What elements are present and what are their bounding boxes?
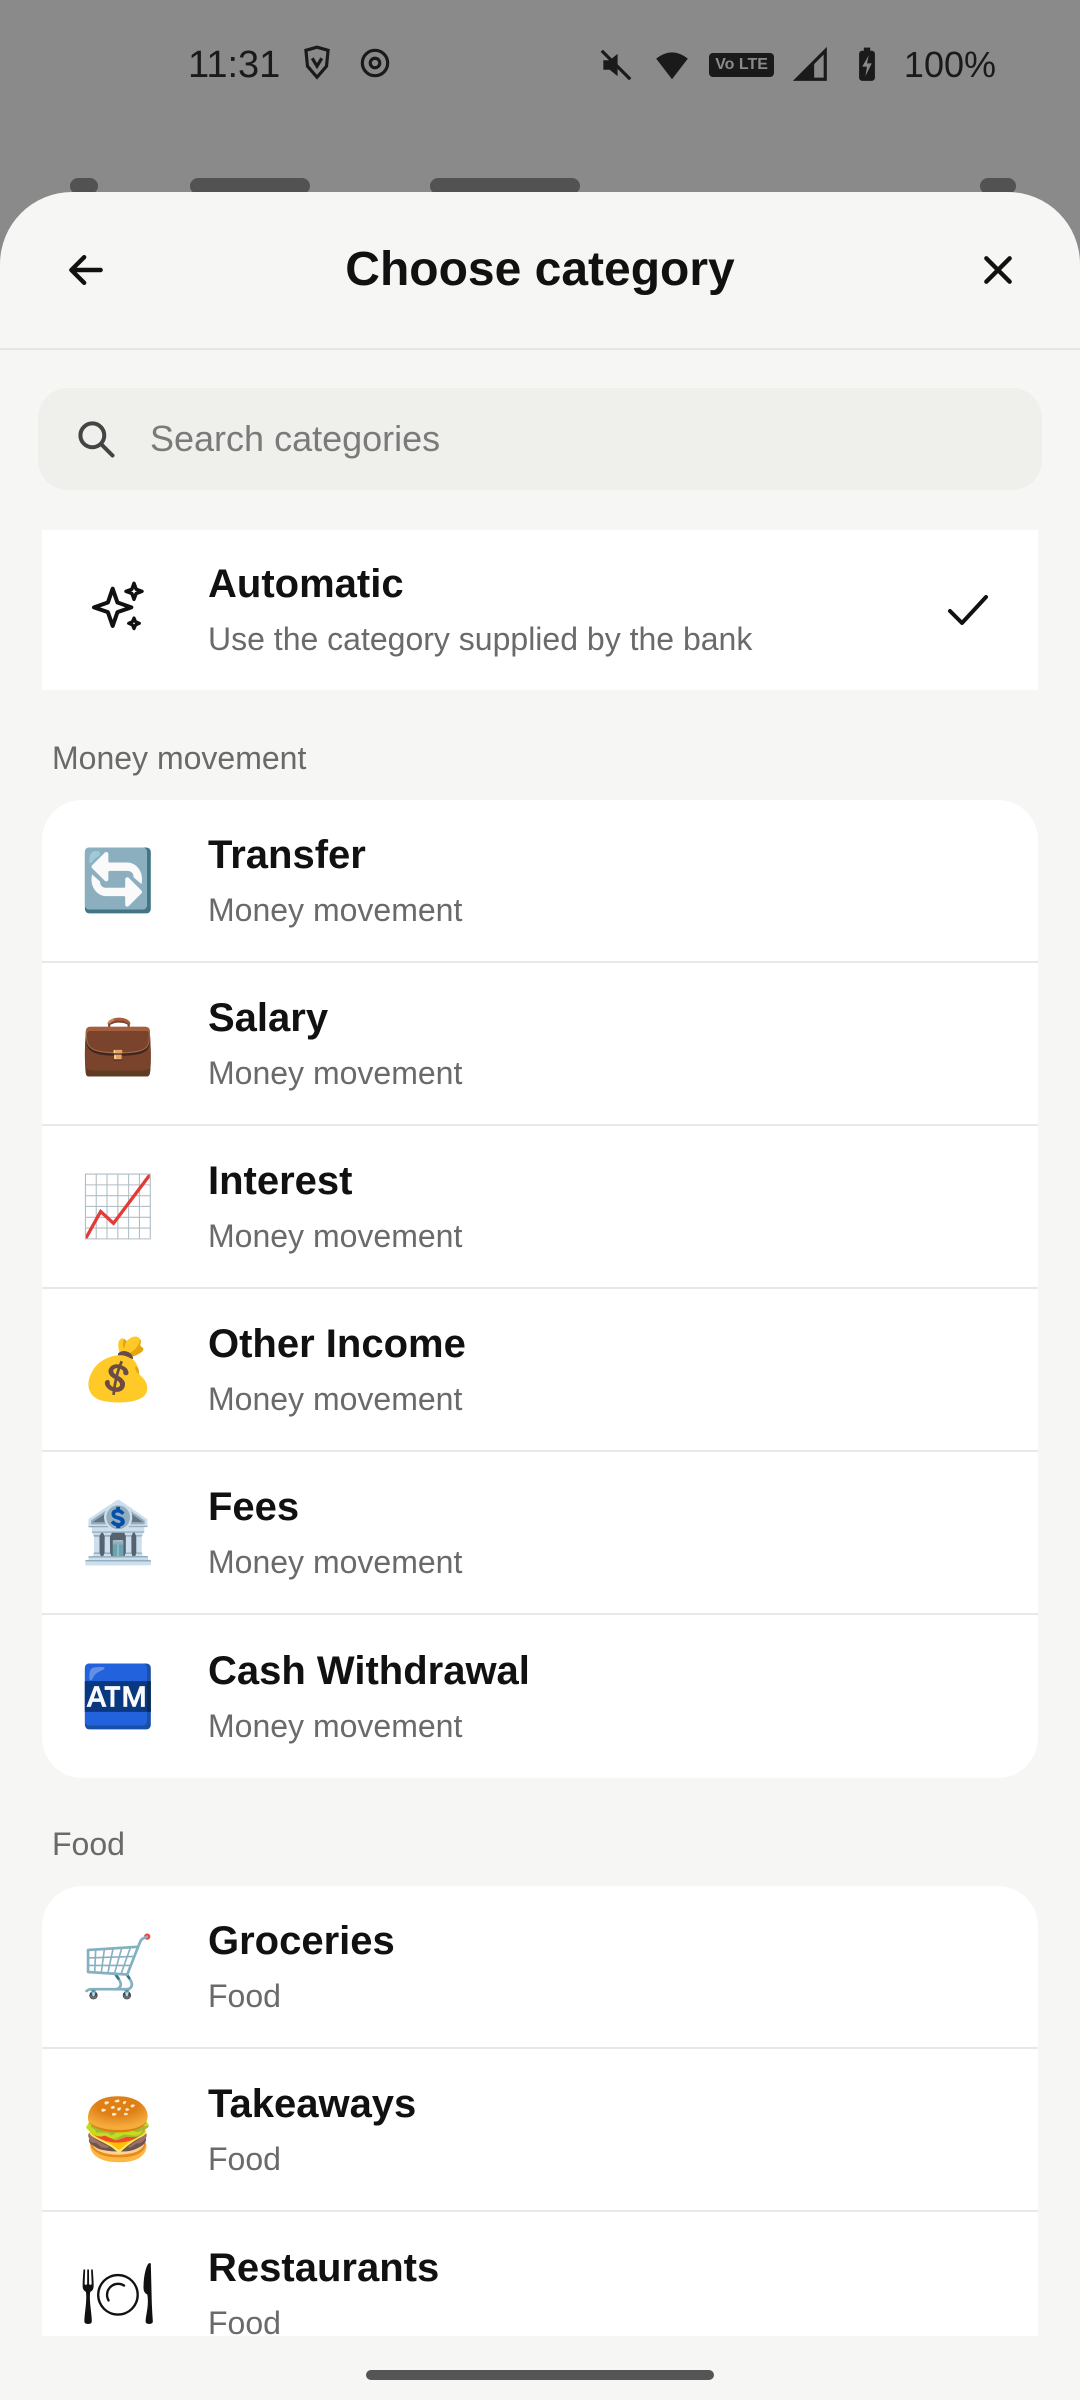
automatic-text: Automatic Use the category supplied by t…: [208, 562, 1038, 658]
category-other-income[interactable]: 💰 Other Income Money movement: [42, 1289, 1038, 1452]
plate-cutlery-icon: 🍽: [79, 2258, 157, 2329]
category-subtitle: Money movement: [208, 1380, 463, 1417]
category-transfer[interactable]: 🔄 Transfer Money movement: [42, 800, 1038, 963]
category-subtitle: Money movement: [208, 1543, 463, 1580]
money-bag-icon: 💰: [80, 1334, 156, 1405]
sparkles-icon: [68, 578, 168, 642]
close-button[interactable]: [968, 240, 1028, 300]
category-title: Cash Withdrawal: [208, 1648, 530, 1693]
category-text: Other Income Money movement: [208, 1322, 1038, 1418]
category-title: Groceries: [208, 1918, 395, 1963]
chatgpt-icon: [360, 48, 390, 78]
category-title: Restaurants: [208, 2245, 440, 2290]
search-icon-wrap: [66, 409, 126, 469]
bank-icon: 🏦: [80, 1497, 156, 1568]
section-label-food: Food: [52, 1826, 125, 1862]
category-text: Transfer Money movement: [208, 833, 1038, 929]
category-text: Restaurants Food: [208, 2246, 1038, 2342]
close-icon: [984, 256, 1012, 284]
category-subtitle: Food: [208, 1977, 281, 2014]
category-subtitle: Money movement: [208, 891, 463, 928]
category-title: Interest: [208, 1158, 353, 1203]
atm-icon: 🏧: [80, 1661, 156, 1732]
category-text: Cash Withdrawal Money movement: [208, 1649, 1038, 1745]
search-icon: [78, 421, 115, 458]
section-food: 🛒 Groceries Food 🍔 Takeaways Food 🍽 Rest…: [42, 1886, 1038, 2366]
volte-badge: Vo LTE: [709, 53, 774, 77]
automatic-subtitle: Use the category supplied by the bank: [208, 621, 753, 657]
category-fees[interactable]: 🏦 Fees Money movement: [42, 1452, 1038, 1615]
category-groceries[interactable]: 🛒 Groceries Food: [42, 1886, 1038, 2049]
category-text: Salary Money movement: [208, 996, 1038, 1092]
section-money-movement: 🔄 Transfer Money movement 💼 Salary Money…: [42, 800, 1038, 1778]
automatic-title: Automatic: [208, 562, 404, 606]
category-title: Transfer: [208, 832, 366, 877]
category-subtitle: Money movement: [208, 1054, 463, 1091]
home-indicator[interactable]: [366, 2370, 714, 2380]
search-input[interactable]: [150, 418, 1010, 460]
brave-icon: [304, 45, 330, 80]
battery-percent: 100%: [903, 44, 996, 85]
status-time: 11:31: [188, 44, 281, 86]
category-subtitle: Food: [208, 2140, 281, 2177]
section-label-money-movement: Money movement: [52, 740, 307, 776]
category-text: Fees Money movement: [208, 1485, 1038, 1581]
category-text: Interest Money movement: [208, 1159, 1038, 1255]
category-text: Takeaways Food: [208, 2082, 1038, 2178]
category-automatic[interactable]: Automatic Use the category supplied by t…: [42, 530, 1038, 690]
sheet-header: Choose category: [0, 192, 1080, 350]
sheet-title: Choose category: [345, 243, 735, 296]
chart-up-icon: 📈: [80, 1171, 156, 1242]
status-left-icons: [298, 44, 394, 82]
shopping-cart-icon: 🛒: [80, 1931, 156, 2002]
category-salary[interactable]: 💼 Salary Money movement: [42, 963, 1038, 1126]
category-subtitle: Money movement: [208, 1217, 463, 1254]
category-title: Fees: [208, 1484, 300, 1529]
category-title: Salary: [208, 995, 329, 1040]
signal-icon: [792, 46, 827, 81]
status-bar: 11:31 Vo LTE 100%: [0, 0, 1080, 140]
transfer-icon: 🔄: [80, 845, 156, 916]
status-right-icons: Vo LTE 100%: [597, 44, 996, 86]
category-cash-withdrawal[interactable]: 🏧 Cash Withdrawal Money movement: [42, 1615, 1038, 1778]
category-title: Other Income: [208, 1321, 466, 1366]
wifi-icon: [656, 52, 689, 80]
briefcase-icon: 💼: [80, 1008, 156, 1079]
category-subtitle: Money movement: [208, 1707, 463, 1744]
mute-icon: [600, 49, 632, 81]
category-interest[interactable]: 📈 Interest Money movement: [42, 1126, 1038, 1289]
burger-icon: 🍔: [80, 2094, 156, 2165]
category-title: Takeaways: [208, 2081, 417, 2126]
category-sheet: Choose category Automatic Use the catego…: [0, 192, 1080, 2400]
checkmark-icon: [938, 580, 998, 640]
category-text: Groceries Food: [208, 1919, 1038, 2015]
nav-bar-area: [0, 2336, 1080, 2400]
battery-charging-icon: [859, 47, 875, 81]
category-takeaways[interactable]: 🍔 Takeaways Food: [42, 2049, 1038, 2212]
search-bar[interactable]: [38, 388, 1042, 490]
